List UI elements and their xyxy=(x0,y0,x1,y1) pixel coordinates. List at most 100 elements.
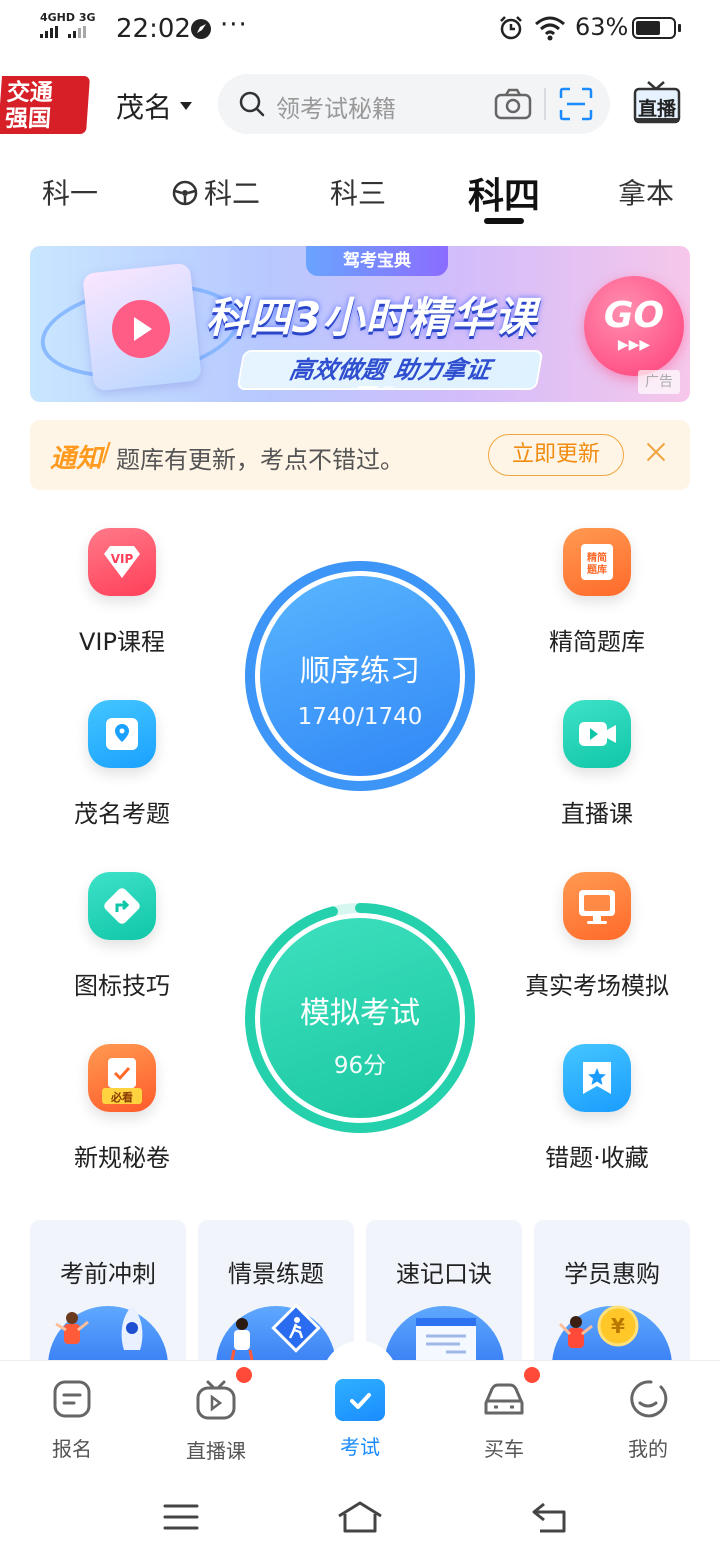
wifi-icon xyxy=(535,16,565,41)
promo-banner[interactable]: 驾考宝典 科四3小时精华课 高效做题 助力拿证 GO ▶▶▶ 广告 xyxy=(30,246,690,402)
svg-text:精简: 精简 xyxy=(587,551,607,564)
system-nav-bar xyxy=(0,1470,720,1560)
banner-subtitle: 高效做题 助力拿证 xyxy=(236,350,544,390)
feature-sign-tips[interactable]: 图标技巧 xyxy=(22,872,222,1001)
battery-percent: 63% xyxy=(575,13,629,41)
feature-label: 茂名考题 xyxy=(74,800,170,828)
more-notifications-icon: ··· xyxy=(220,10,248,40)
card-mnemonics[interactable]: 速记口诀 xyxy=(366,1220,522,1360)
nav-mine[interactable]: 我的 xyxy=(588,1379,708,1462)
coin-icon: ¥ xyxy=(597,1305,639,1347)
feature-local-questions[interactable]: 茂名考题 xyxy=(22,700,222,829)
checklist-icon: 必看 xyxy=(88,1044,156,1112)
tab-ke-er[interactable]: 科二 xyxy=(204,172,260,212)
divider xyxy=(544,88,546,120)
card-pre-exam-sprint[interactable]: 考前冲刺 xyxy=(30,1220,186,1360)
location-icon xyxy=(88,700,156,768)
quick-cards: 考前冲刺 情景练题 速记口诀 学员惠购 ¥ xyxy=(30,1220,690,1360)
feature-label: 精简题库 xyxy=(549,628,645,656)
feature-live-course[interactable]: 直播课 xyxy=(497,700,697,829)
status-bar: 4GHD 3G 22:02 ··· 63% xyxy=(0,0,720,58)
city-label: 茂名 xyxy=(116,91,173,124)
clock: 22:02 xyxy=(116,14,191,44)
smiley-icon xyxy=(630,1380,668,1418)
alarm-icon xyxy=(500,16,522,40)
feature-simplified-bank[interactable]: 精简 题库 精简题库 xyxy=(497,528,697,657)
banner-title: 科四3小时精华课 xyxy=(206,293,538,342)
steering-wheel-icon xyxy=(172,180,198,206)
svg-text:VIP: VIP xyxy=(111,552,134,566)
exam-title: 模拟考试 xyxy=(300,996,420,1031)
menu-icon[interactable] xyxy=(162,1502,200,1532)
signal-icon xyxy=(40,26,86,38)
update-now-button[interactable]: 立即更新 xyxy=(488,434,624,476)
card-title: 学员惠购 xyxy=(564,1260,660,1288)
nav-live-course[interactable]: 直播课 xyxy=(156,1367,276,1464)
ad-badge: 广告 xyxy=(638,370,680,394)
banner-tag: 驾考宝典 xyxy=(306,246,448,276)
notification-badge xyxy=(236,1367,252,1383)
subject-tabs: 科一 科二 科三 科四 拿本 xyxy=(0,164,720,224)
feature-label: VIP课程 xyxy=(79,628,165,656)
camera-icon[interactable] xyxy=(494,88,532,120)
notice-slash: / xyxy=(102,438,111,468)
app-logo: 交通 强国 xyxy=(0,76,91,134)
tab-na-ben[interactable]: 拿本 xyxy=(618,172,674,212)
battery-icon xyxy=(632,17,681,39)
notification-badge xyxy=(524,1367,540,1383)
form-icon xyxy=(53,1380,91,1418)
person-icon xyxy=(55,1312,89,1344)
nav-buy-car[interactable]: 买车 xyxy=(444,1367,564,1462)
active-tab-indicator xyxy=(484,218,524,224)
close-icon[interactable] xyxy=(644,440,668,464)
card-title: 情景练题 xyxy=(228,1260,324,1288)
feature-label: 新规秘卷 xyxy=(74,1144,170,1172)
tv-icon xyxy=(196,1380,236,1420)
video-icon xyxy=(563,700,631,768)
monitor-icon xyxy=(563,872,631,940)
nav-label: 报名 xyxy=(52,1437,92,1461)
feature-vip-course[interactable]: VIP VIP课程 xyxy=(22,528,222,657)
caret-down-icon xyxy=(180,102,193,110)
search-bar[interactable]: 领考试秘籍 xyxy=(218,74,610,134)
pedestrian-sign-icon xyxy=(271,1303,321,1353)
car-icon xyxy=(484,1383,524,1415)
svg-text:必看: 必看 xyxy=(110,1090,133,1104)
tab-ke-san[interactable]: 科三 xyxy=(330,172,386,212)
play-icon xyxy=(112,300,170,358)
tab-ke-yi[interactable]: 科一 xyxy=(42,172,98,212)
live-button[interactable]: 直播 xyxy=(632,80,682,130)
exam-inner: 模拟考试 96分 xyxy=(260,918,460,1118)
nav-label: 我的 xyxy=(628,1437,668,1461)
tab-ke-si[interactable]: 科四 xyxy=(468,167,540,219)
practice-title: 顺序练习 xyxy=(300,654,420,689)
road-sign-icon xyxy=(88,872,156,940)
feature-mistakes-favorites[interactable]: 错题·收藏 xyxy=(497,1044,697,1173)
person-icon xyxy=(230,1318,254,1360)
star-bookmark-icon xyxy=(563,1044,631,1112)
update-notice: 通知 / 题库有更新，考点不错过。 立即更新 xyxy=(30,420,690,490)
svg-text:¥: ¥ xyxy=(611,1314,625,1338)
svg-text:题库: 题库 xyxy=(587,563,607,576)
practice-inner: 顺序练习 1740/1740 xyxy=(260,576,460,776)
notice-text: 题库有更新，考点不错过。 xyxy=(116,446,404,474)
feature-exam-simulation[interactable]: 真实考场模拟 xyxy=(497,872,697,1001)
sequential-practice-button[interactable]: 顺序练习 1740/1740 xyxy=(244,560,476,792)
mock-exam-button[interactable]: 模拟考试 96分 xyxy=(244,902,476,1134)
scan-icon[interactable] xyxy=(558,86,594,122)
nav-signup[interactable]: 报名 xyxy=(12,1379,132,1462)
home-icon[interactable] xyxy=(336,1500,384,1534)
card-student-deals[interactable]: 学员惠购 ¥ xyxy=(534,1220,690,1360)
card-scenario-practice[interactable]: 情景练题 xyxy=(198,1220,354,1360)
back-icon[interactable] xyxy=(530,1500,570,1534)
feature-label: 错题·收藏 xyxy=(545,1144,649,1172)
city-selector[interactable]: 茂名 xyxy=(116,86,193,126)
carousel-dots xyxy=(358,386,394,390)
go-button[interactable]: GO ▶▶▶ xyxy=(584,276,684,376)
practice-progress: 1740/1740 xyxy=(297,704,423,730)
go-label: GO xyxy=(603,295,665,336)
feature-new-rules[interactable]: 必看 新规秘卷 xyxy=(22,1044,222,1173)
rocket-icon xyxy=(121,1306,143,1350)
search-icon xyxy=(239,91,265,117)
nav-exam[interactable]: 考试 xyxy=(300,1379,420,1460)
